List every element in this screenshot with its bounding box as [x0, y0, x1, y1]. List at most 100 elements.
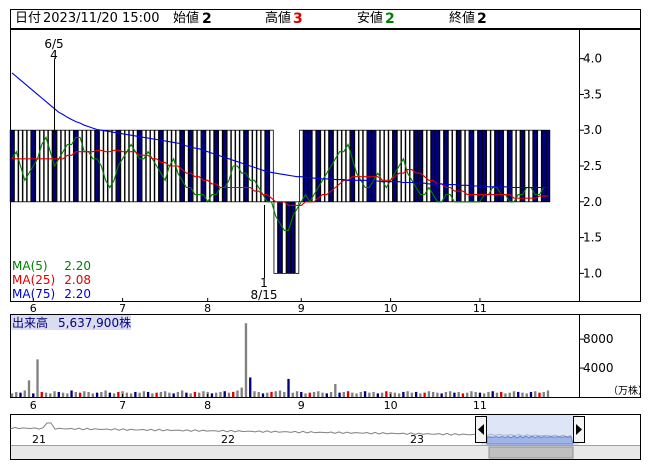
- volume-bar: [385, 391, 388, 397]
- candle: [481, 129, 487, 203]
- volume-bar: [508, 392, 511, 397]
- volume-bar: [202, 391, 205, 397]
- candle: [354, 129, 359, 203]
- candle: [14, 129, 19, 203]
- volume-bar: [500, 391, 503, 397]
- candle: [511, 129, 517, 203]
- volume-bar: [163, 391, 167, 397]
- candle: [150, 129, 155, 203]
- volume-bars-group: [10, 323, 550, 397]
- volume-bar: [474, 391, 477, 397]
- volume-bar: [351, 392, 354, 397]
- candle: [490, 129, 495, 203]
- candle: [145, 129, 151, 203]
- candle: [192, 129, 198, 203]
- candle: [303, 129, 308, 203]
- candle: [477, 129, 483, 203]
- candle: [324, 129, 330, 203]
- candle: [405, 129, 410, 203]
- volume-bar: [278, 390, 282, 397]
- volume-bar: [334, 383, 337, 397]
- candle: [498, 129, 504, 203]
- volume-bar: [249, 377, 252, 397]
- volume-bar: [19, 392, 22, 397]
- navigator-scrollbar-thumb[interactable]: [488, 446, 574, 459]
- volume-bar: [146, 391, 150, 397]
- volume-bar: [240, 387, 243, 397]
- volume-bar: [189, 393, 192, 397]
- volume-bar: [227, 392, 231, 397]
- volume-bar: [180, 390, 184, 397]
- volume-bar: [359, 391, 362, 397]
- navigator-left-handle[interactable]: [475, 416, 487, 443]
- candle: [243, 129, 249, 203]
- volume-bar: [487, 391, 490, 397]
- candle: [379, 129, 385, 203]
- candle: [528, 129, 534, 203]
- candle: [205, 129, 210, 203]
- volume-bar: [261, 393, 265, 397]
- candle: [239, 129, 244, 203]
- candle: [218, 129, 223, 203]
- price-y-tick-label: 1.5: [583, 231, 602, 245]
- candle: [73, 129, 79, 203]
- volume-bar: [321, 392, 324, 397]
- volume-legend-value: 5,637,900株: [58, 315, 131, 330]
- volume-bar: [325, 393, 328, 397]
- volume-bar: [168, 392, 171, 397]
- candle: [277, 201, 283, 274]
- candle: [86, 129, 91, 203]
- candle: [222, 129, 227, 203]
- volume-bar: [525, 393, 528, 397]
- volume-bar: [112, 393, 116, 397]
- volume-bar: [151, 393, 154, 397]
- volume-bar: [270, 391, 273, 397]
- volume-legend-label: 出来高: [12, 315, 48, 330]
- volume-bar: [495, 392, 499, 397]
- candle: [469, 129, 474, 203]
- candle: [503, 129, 508, 203]
- volume-bar: [53, 391, 56, 397]
- volume-x-tick-label: 8: [204, 399, 211, 412]
- candle: [82, 129, 87, 203]
- volume-bar: [457, 391, 460, 397]
- volume-bar: [155, 392, 158, 397]
- candle: [409, 129, 415, 203]
- volume-bar: [287, 378, 290, 397]
- candle: [226, 129, 232, 203]
- volume-bar: [49, 393, 52, 397]
- volume-bar: [176, 391, 180, 397]
- volume-bar: [329, 391, 333, 397]
- volume-bar: [376, 393, 380, 397]
- volume-bar: [95, 392, 99, 397]
- volume-bar: [444, 391, 448, 397]
- candle: [294, 201, 300, 274]
- candle: [375, 129, 381, 203]
- volume-bar: [483, 393, 486, 397]
- candle: [60, 129, 66, 203]
- ma5-legend-value: 2.20: [64, 259, 91, 273]
- candle: [430, 129, 436, 203]
- volume-x-tick-label: 9: [298, 399, 305, 412]
- volume-bar: [308, 392, 311, 397]
- candle: [26, 129, 32, 203]
- candle: [350, 129, 355, 203]
- volume-bar: [393, 392, 397, 397]
- volume-bar: [253, 391, 256, 397]
- candle: [413, 129, 419, 203]
- volume-bar: [504, 393, 507, 397]
- candle: [464, 129, 470, 203]
- volume-unit-label: （万株）: [608, 384, 648, 397]
- volume-bar: [448, 391, 452, 397]
- candle: [141, 129, 147, 203]
- candle: [286, 201, 291, 274]
- volume-bar: [215, 392, 218, 397]
- candle: [401, 129, 406, 203]
- candle: [213, 129, 219, 203]
- volume-bar: [546, 390, 550, 397]
- volume-bar: [542, 391, 545, 397]
- navigator-right-handle[interactable]: [573, 416, 585, 443]
- volume-bar: [363, 391, 367, 397]
- volume-bar: [312, 391, 316, 397]
- volume-bar: [470, 391, 473, 397]
